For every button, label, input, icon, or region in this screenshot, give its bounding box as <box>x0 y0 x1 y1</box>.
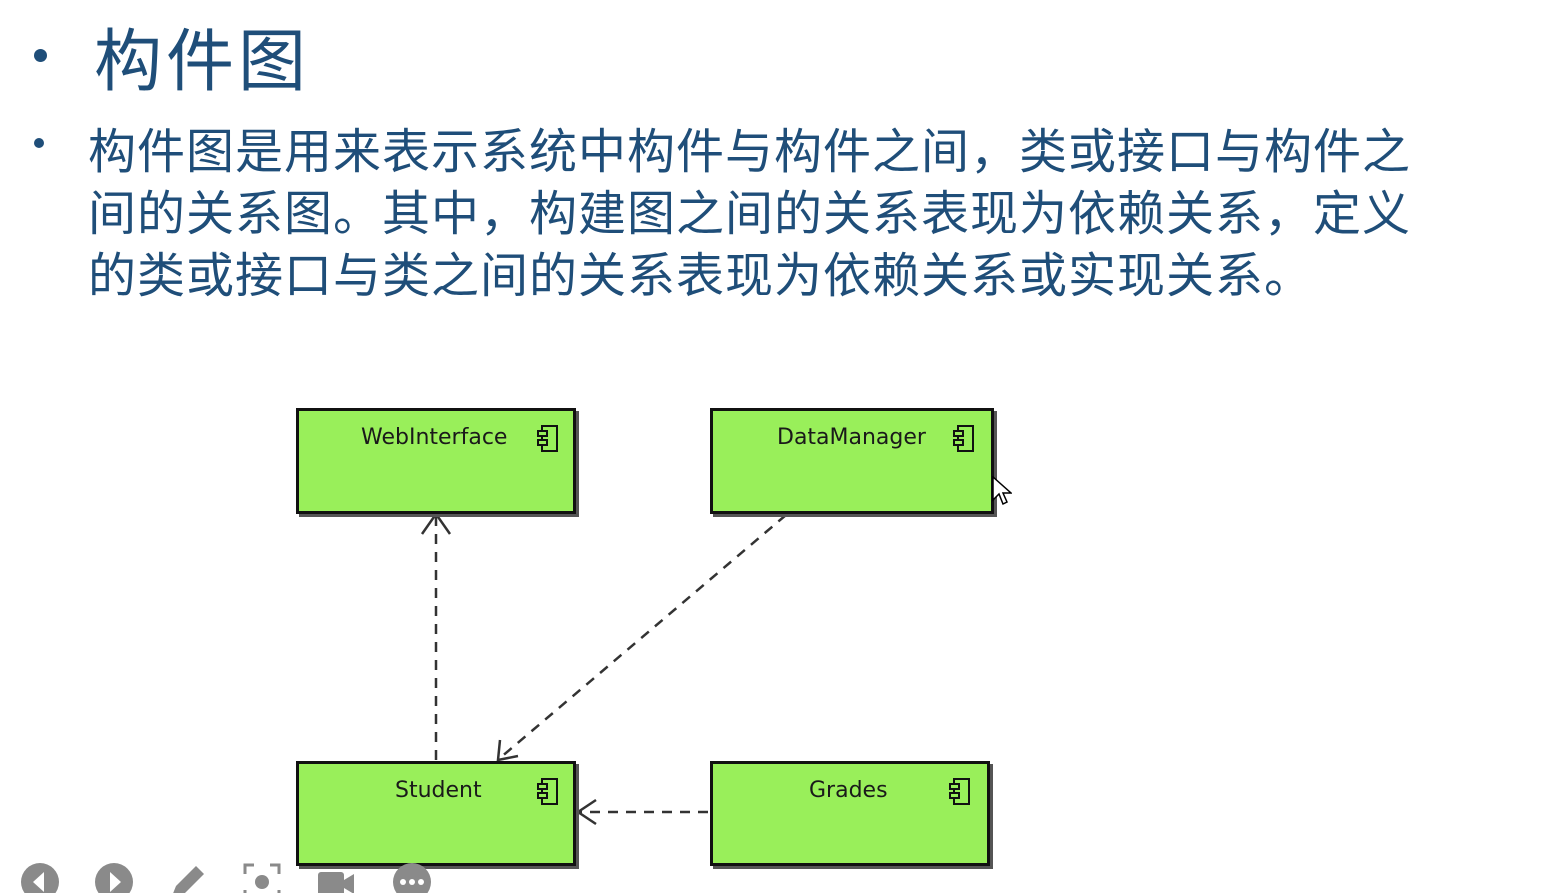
mouse-cursor-icon <box>992 476 1012 506</box>
screenshot-icon[interactable] <box>242 862 282 893</box>
component-grades[interactable]: Grades <box>710 761 990 866</box>
prev-icon[interactable] <box>20 862 60 893</box>
more-icon[interactable] <box>392 862 432 893</box>
component-icon <box>953 425 974 452</box>
component-icon <box>537 425 558 452</box>
pen-icon[interactable] <box>168 862 208 893</box>
component-label: Grades <box>809 778 888 803</box>
component-webinterface[interactable]: WebInterface <box>296 408 576 514</box>
component-label: DataManager <box>777 425 926 450</box>
dependency-datamanager-student <box>499 514 787 759</box>
next-icon[interactable] <box>94 862 134 893</box>
component-icon <box>949 778 970 805</box>
component-label: WebInterface <box>361 425 508 450</box>
component-icon <box>537 778 558 805</box>
component-label: Student <box>395 778 482 803</box>
component-datamanager[interactable]: DataManager <box>710 408 994 514</box>
video-icon[interactable] <box>316 862 356 893</box>
component-student[interactable]: Student <box>296 761 576 866</box>
